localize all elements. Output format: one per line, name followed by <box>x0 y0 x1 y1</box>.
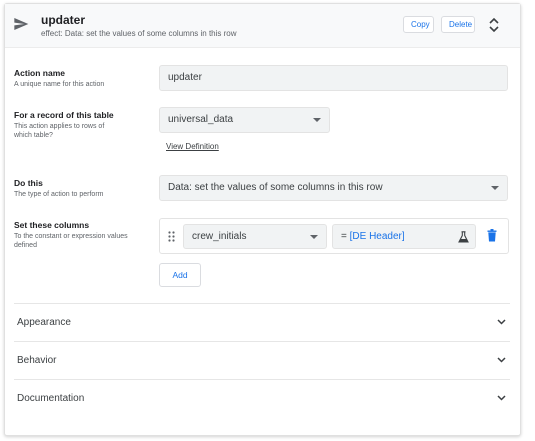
section-label: Documentation <box>17 393 85 404</box>
table-select-value: universal_data <box>168 114 234 125</box>
add-column-button[interactable]: Add <box>159 263 201 287</box>
do-this-label: Do this <box>14 178 43 188</box>
view-definition-link[interactable]: View Definition <box>166 142 219 151</box>
copy-button[interactable]: Copy <box>403 16 434 33</box>
action-type-select[interactable]: Data: set the values of some columns in … <box>159 175 508 201</box>
chevron-down-icon <box>310 235 318 239</box>
action-name-hint: A unique name for this action <box>14 81 105 88</box>
do-this-hint: The type of action to perform <box>14 191 104 198</box>
chevron-down-icon <box>497 395 506 401</box>
section-appearance[interactable]: Appearance <box>14 303 510 341</box>
column-select-value: crew_initials <box>192 231 247 242</box>
delete-icon[interactable] <box>487 229 497 242</box>
table-label: For a record of this table <box>14 110 114 120</box>
chevron-down-icon <box>497 357 506 363</box>
expression-equals: = <box>341 231 347 242</box>
action-effect-summary: effect: Data: set the values of some col… <box>41 29 237 38</box>
section-label: Behavior <box>17 355 57 366</box>
action-header[interactable]: updater effect: Data: set the values of … <box>5 4 520 48</box>
table-hint: This action applies to rows of which tab… <box>14 123 105 139</box>
flask-icon[interactable] <box>458 231 469 243</box>
send-icon <box>14 18 29 30</box>
drag-handle-icon[interactable] <box>168 231 175 242</box>
section-behavior[interactable]: Behavior <box>14 341 510 379</box>
action-name-label: Action name <box>14 68 66 78</box>
expression-value: [DE Header] <box>349 231 405 242</box>
action-name-input[interactable]: updater <box>159 65 508 91</box>
action-type-value: Data: set the values of some columns in … <box>168 182 383 193</box>
section-label: Appearance <box>17 317 71 328</box>
expand-collapse-icon[interactable] <box>488 17 500 33</box>
column-assignment-row: crew_initials = [DE Header] <box>159 218 509 254</box>
section-documentation[interactable]: Documentation <box>14 379 510 417</box>
delete-button[interactable]: Delete <box>441 16 475 33</box>
chevron-down-icon <box>497 319 506 325</box>
column-select[interactable]: crew_initials <box>183 224 327 249</box>
action-card: updater effect: Data: set the values of … <box>4 3 521 436</box>
chevron-down-icon <box>313 118 321 122</box>
chevron-down-icon <box>491 186 499 190</box>
set-columns-label: Set these columns <box>14 220 90 230</box>
expression-input[interactable]: = [DE Header] <box>332 224 476 249</box>
set-columns-hint: To the constant or expression values def… <box>14 233 128 249</box>
action-title: updater <box>41 13 86 27</box>
table-select[interactable]: universal_data <box>159 107 330 133</box>
